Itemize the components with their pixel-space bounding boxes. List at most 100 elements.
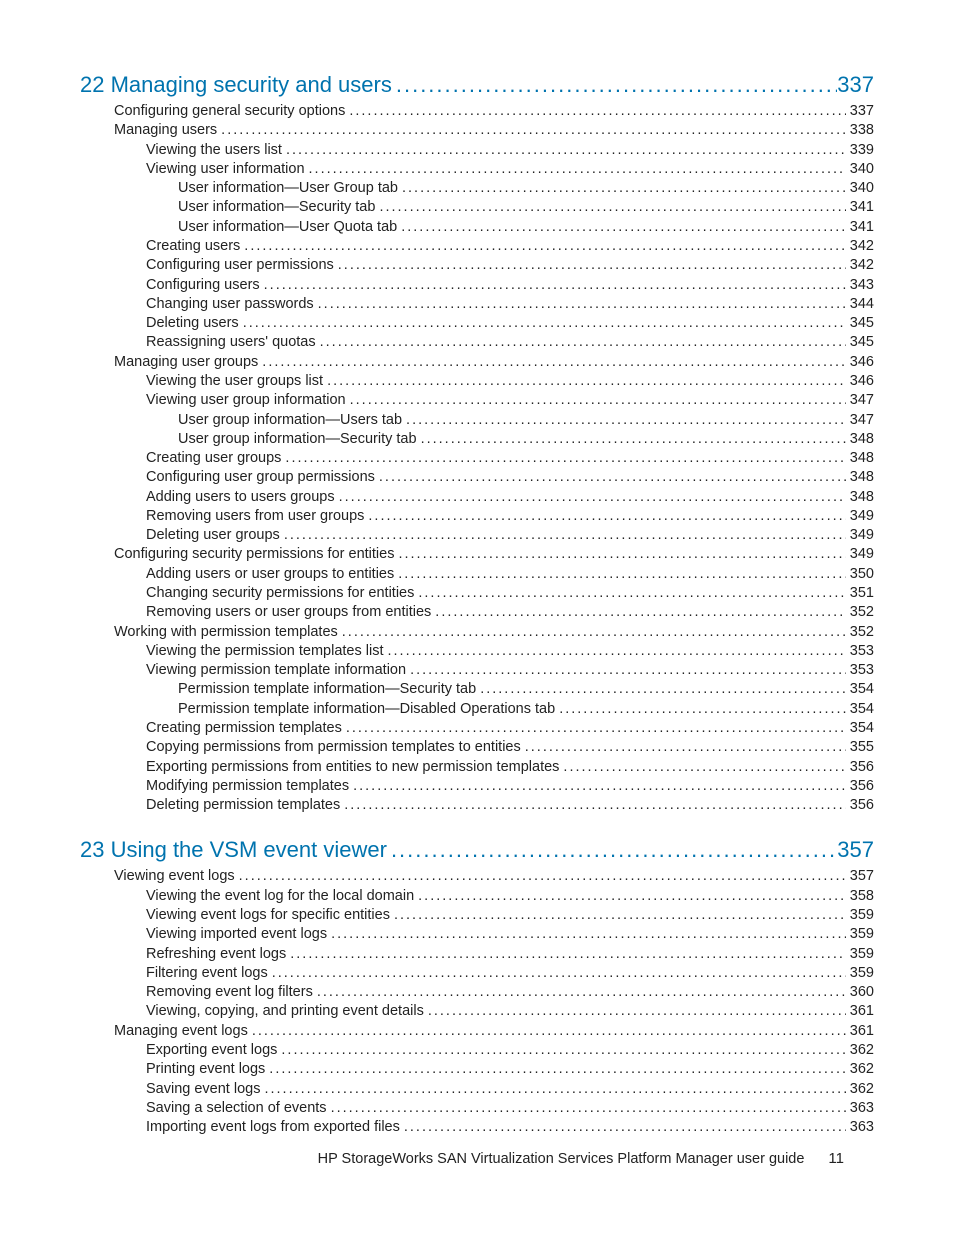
toc-entry-text: Viewing permission template information bbox=[146, 661, 406, 680]
toc-entry[interactable]: Viewing, copying, and printing event det… bbox=[80, 1002, 874, 1021]
toc-entry[interactable]: Exporting event logs ...................… bbox=[80, 1041, 874, 1060]
toc-entry[interactable]: Printing event logs ....................… bbox=[80, 1060, 874, 1079]
toc-entry[interactable]: Saving event logs ......................… bbox=[80, 1080, 874, 1099]
toc-leader: ........................................… bbox=[286, 945, 846, 964]
toc-entry-page: 349 bbox=[846, 507, 874, 526]
toc-leader: ........................................… bbox=[323, 372, 846, 391]
toc-entry[interactable]: Changing user passwords ................… bbox=[80, 295, 874, 314]
toc-section-heading[interactable]: 23 Using the VSM event viewer ..........… bbox=[80, 837, 874, 863]
toc-entry[interactable]: Configuring security permissions for ent… bbox=[80, 545, 874, 564]
toc-entry[interactable]: Managing user groups ...................… bbox=[80, 353, 874, 372]
toc-entry-text: Configuring user group permissions bbox=[146, 468, 375, 487]
toc-entry-text: Importing event logs from exported files bbox=[146, 1118, 400, 1137]
toc-entry-page: 341 bbox=[846, 218, 874, 237]
toc-entry[interactable]: Adding users or user groups to entities … bbox=[80, 565, 874, 584]
toc-entry[interactable]: Removing users from user groups ........… bbox=[80, 507, 874, 526]
toc-entry[interactable]: Deleting users .........................… bbox=[80, 314, 874, 333]
toc-entry[interactable]: Permission template information—Security… bbox=[80, 680, 874, 699]
toc-entry[interactable]: Exporting permissions from entities to n… bbox=[80, 758, 874, 777]
toc-entry[interactable]: User information—User Quota tab ........… bbox=[80, 218, 874, 237]
toc-entry[interactable]: Viewing event logs .....................… bbox=[80, 867, 874, 886]
toc-leader: ........................................… bbox=[375, 198, 845, 217]
toc-entry-text: User information—User Group tab bbox=[178, 179, 398, 198]
toc-entry[interactable]: Configuring general security options ...… bbox=[80, 102, 874, 121]
toc-leader: ........................................… bbox=[387, 837, 837, 863]
toc-entry-text: Filtering event logs bbox=[146, 964, 268, 983]
toc-leader: ........................................… bbox=[414, 887, 846, 906]
toc-entry[interactable]: Configuring user permissions ...........… bbox=[80, 256, 874, 275]
toc-entry[interactable]: Viewing the event log for the local doma… bbox=[80, 887, 874, 906]
toc-entry-text: Viewing, copying, and printing event det… bbox=[146, 1002, 424, 1021]
toc-entry[interactable]: Managing users .........................… bbox=[80, 121, 874, 140]
toc-entry[interactable]: Reassigning users' quotas ..............… bbox=[80, 333, 874, 352]
toc-entry[interactable]: Removing users or user groups from entit… bbox=[80, 603, 874, 622]
toc-entry-page: 345 bbox=[846, 314, 874, 333]
toc-entry-page: 344 bbox=[846, 295, 874, 314]
toc-entry[interactable]: Deleting permission templates ..........… bbox=[80, 796, 874, 815]
toc-entry[interactable]: Viewing event logs for specific entities… bbox=[80, 906, 874, 925]
toc-entry[interactable]: Changing security permissions for entiti… bbox=[80, 584, 874, 603]
toc-entry[interactable]: Viewing the permission templates list ..… bbox=[80, 642, 874, 661]
toc-entry-page: 362 bbox=[846, 1080, 874, 1099]
toc-entry[interactable]: Creating permission templates ..........… bbox=[80, 719, 874, 738]
toc-entry-text: Managing users bbox=[114, 121, 217, 140]
toc-leader: ........................................… bbox=[327, 1099, 846, 1118]
toc-entry[interactable]: Working with permission templates ......… bbox=[80, 623, 874, 642]
toc-entry[interactable]: User group information—Users tab .......… bbox=[80, 411, 874, 430]
toc-entry-page: 357 bbox=[846, 867, 874, 886]
toc-entry-page: 347 bbox=[846, 411, 874, 430]
toc-entry[interactable]: Removing event log filters .............… bbox=[80, 983, 874, 1002]
toc-entry-page: 343 bbox=[846, 276, 874, 295]
toc-entry[interactable]: Viewing the users list .................… bbox=[80, 141, 874, 160]
toc-entry[interactable]: Configuring users ......................… bbox=[80, 276, 874, 295]
toc-entry-page: 348 bbox=[846, 468, 874, 487]
toc-entry-text: Working with permission templates bbox=[114, 623, 338, 642]
toc-entry[interactable]: Filtering event logs ...................… bbox=[80, 964, 874, 983]
toc-leader: ........................................… bbox=[314, 295, 846, 314]
toc-leader: ........................................… bbox=[364, 507, 845, 526]
toc-entry-text: Refreshing event logs bbox=[146, 945, 286, 964]
toc-entry[interactable]: Permission template information—Disabled… bbox=[80, 700, 874, 719]
toc-leader: ........................................… bbox=[398, 179, 846, 198]
toc-entry-text: User information—User Quota tab bbox=[178, 218, 397, 237]
toc-entry[interactable]: Modifying permission templates .........… bbox=[80, 777, 874, 796]
toc-leader: ........................................… bbox=[476, 680, 846, 699]
toc-entry[interactable]: Importing event logs from exported files… bbox=[80, 1118, 874, 1137]
toc-entry[interactable]: Configuring user group permissions .....… bbox=[80, 468, 874, 487]
toc-entry-text: Removing users or user groups from entit… bbox=[146, 603, 431, 622]
toc-entry-text: Saving event logs bbox=[146, 1080, 260, 1099]
toc-section-heading[interactable]: 22 Managing security and users .........… bbox=[80, 72, 874, 98]
toc-entry-page: 349 bbox=[846, 526, 874, 545]
toc-entry-text: Permission template information—Security… bbox=[178, 680, 476, 699]
toc-entry-text: Managing event logs bbox=[114, 1022, 248, 1041]
footer-page-number: 11 bbox=[828, 1150, 844, 1167]
toc-entry[interactable]: Copying permissions from permission temp… bbox=[80, 738, 874, 757]
toc-entry[interactable]: Viewing user group information .........… bbox=[80, 391, 874, 410]
toc-leader: ........................................… bbox=[346, 391, 846, 410]
toc-entry[interactable]: User information—Security tab ..........… bbox=[80, 198, 874, 217]
toc-entry-text: Modifying permission templates bbox=[146, 777, 349, 796]
toc-leader: ........................................… bbox=[349, 777, 846, 796]
toc-leader: ........................................… bbox=[335, 488, 846, 507]
toc-entry[interactable]: User information—User Group tab ........… bbox=[80, 179, 874, 198]
toc-entry[interactable]: Viewing permission template information … bbox=[80, 661, 874, 680]
toc-entry[interactable]: Deleting user groups ...................… bbox=[80, 526, 874, 545]
toc-entry-page: 354 bbox=[846, 719, 874, 738]
toc-entry[interactable]: User group information—Security tab ....… bbox=[80, 430, 874, 449]
toc-entry[interactable]: Viewing the user groups list ...........… bbox=[80, 372, 874, 391]
toc-leader: ........................................… bbox=[235, 867, 846, 886]
toc-leader: ........................................… bbox=[390, 906, 846, 925]
toc-entry-text: Permission template information—Disabled… bbox=[178, 700, 555, 719]
toc-entry-page: 359 bbox=[846, 906, 874, 925]
toc-entry[interactable]: Adding users to users groups ...........… bbox=[80, 488, 874, 507]
toc-entry-page: 363 bbox=[846, 1099, 874, 1118]
toc-entry[interactable]: Refreshing event logs ..................… bbox=[80, 945, 874, 964]
toc-entry[interactable]: Creating users .........................… bbox=[80, 237, 874, 256]
toc-entry-page: 362 bbox=[846, 1060, 874, 1079]
toc-entry-page: 348 bbox=[846, 430, 874, 449]
toc-entry[interactable]: Managing event logs ....................… bbox=[80, 1022, 874, 1041]
toc-entry[interactable]: Saving a selection of events ...........… bbox=[80, 1099, 874, 1118]
toc-entry[interactable]: Viewing imported event logs ............… bbox=[80, 925, 874, 944]
toc-entry[interactable]: Creating user groups ...................… bbox=[80, 449, 874, 468]
toc-entry[interactable]: Viewing user information ...............… bbox=[80, 160, 874, 179]
